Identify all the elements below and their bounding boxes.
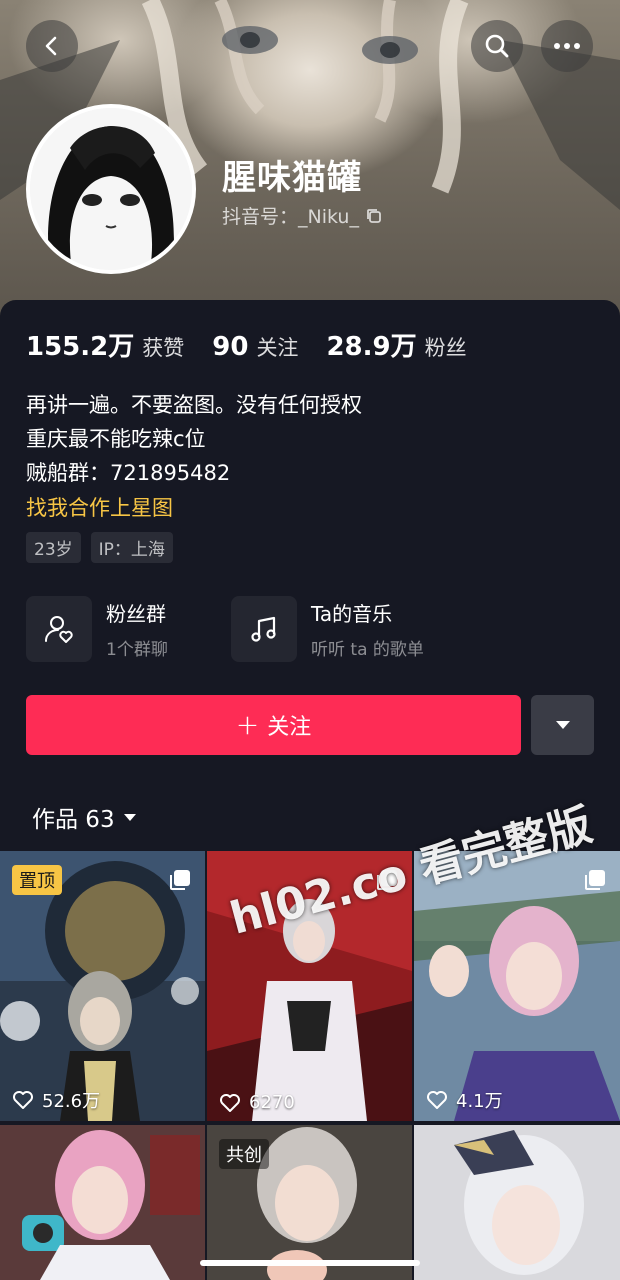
age-tag: 23岁: [26, 532, 81, 563]
like-count: 4.1万: [426, 1087, 503, 1113]
stat-label: 关注: [256, 336, 299, 360]
stat-label: 获赞: [142, 336, 185, 360]
profile-tags: 23岁 IP：上海: [26, 532, 173, 563]
like-count-text: 52.6万: [42, 1091, 101, 1112]
bio-line: 重庆最不能吃辣c位: [26, 427, 206, 451]
douyin-id-text: 抖音号：_Niku_: [222, 206, 359, 228]
music-title: Ta的音乐: [311, 602, 393, 626]
collab-badge: 共创: [219, 1139, 269, 1169]
bio-line: 贼船群：721895482: [26, 461, 231, 485]
like-count: 52.6万: [12, 1087, 100, 1113]
caret-down-icon: [123, 813, 136, 821]
ip-tag: IP：上海: [90, 532, 173, 563]
fans-group-icon-box: [26, 596, 92, 662]
tab-works[interactable]: 作品 63: [32, 800, 137, 834]
star-map-link[interactable]: 找我合作上星图: [26, 492, 173, 522]
stats-row: 155.2万 获赞 90 关注 28.9万 粉丝: [26, 326, 495, 363]
fans-group-icon: [45, 616, 73, 643]
douyin-id: 抖音号：_Niku_: [222, 202, 383, 229]
search-button[interactable]: [471, 20, 523, 72]
stat-value: 28.9万: [326, 332, 417, 362]
back-button[interactable]: [26, 20, 78, 72]
avatar-image: [30, 108, 192, 270]
fans-group-entry[interactable]: 粉丝群 1个群聊: [26, 596, 168, 662]
search-icon: [485, 34, 509, 58]
video-thumbnail[interactable]: [414, 1125, 620, 1280]
more-icon: [554, 43, 580, 49]
more-button[interactable]: [541, 20, 593, 72]
video-thumbnail[interactable]: [0, 1125, 205, 1280]
pinned-badge: 置顶: [12, 865, 62, 895]
bio: 再讲一遍。不要盗图。没有任何授权 重庆最不能吃辣c位 贼船群：721895482: [26, 388, 362, 490]
music-note-icon: [251, 616, 276, 642]
follow-button[interactable]: + 关注: [26, 695, 521, 755]
music-entry[interactable]: Ta的音乐 听听 ta 的歌单: [231, 596, 424, 662]
like-count-text: 4.1万: [456, 1091, 503, 1112]
music-icon-box: [231, 596, 297, 662]
copy-icon[interactable]: [365, 207, 383, 225]
thumbnail-image: [0, 1125, 205, 1280]
avatar[interactable]: [26, 104, 196, 274]
fans-group-subtitle: 1个群聊: [106, 640, 168, 660]
heart-icon: [13, 1091, 33, 1109]
music-subtitle: 听听 ta 的歌单: [311, 640, 424, 660]
video-thumbnail[interactable]: 共创: [207, 1125, 412, 1280]
heart-icon: [427, 1091, 447, 1109]
home-indicator[interactable]: [200, 1260, 420, 1266]
stat-value: 155.2万: [26, 332, 135, 362]
stat-likes[interactable]: 155.2万 获赞: [26, 326, 184, 363]
follow-label: 关注: [267, 715, 312, 740]
like-count-text: 6270: [249, 1092, 295, 1113]
multi-image-icon: [170, 870, 190, 890]
caret-down-icon: [555, 721, 570, 729]
stat-followers[interactable]: 28.9万 粉丝: [326, 326, 466, 363]
heart-icon: [220, 1093, 240, 1112]
works-tab-label: 作品 63: [32, 807, 115, 833]
profile-banner: 腥味猫罐 抖音号：_Niku_: [0, 0, 620, 330]
profile-card: 155.2万 获赞 90 关注 28.9万 粉丝 再讲一遍。不要盗图。没有任何授…: [0, 300, 620, 860]
stat-following[interactable]: 90 关注: [212, 332, 298, 362]
nickname: 腥味猫罐: [222, 158, 362, 198]
recommend-dropdown-button[interactable]: [531, 695, 594, 755]
stat-label: 粉丝: [424, 336, 467, 360]
fans-group-title: 粉丝群: [106, 602, 166, 626]
video-thumbnail[interactable]: 置顶 52.6万: [0, 851, 205, 1121]
multi-image-icon: [585, 870, 605, 890]
stat-value: 90: [212, 332, 249, 362]
thumbnail-image: [414, 1125, 620, 1280]
back-arrow-icon: [45, 36, 57, 56]
bio-line: 再讲一遍。不要盗图。没有任何授权: [26, 393, 362, 417]
like-count: 6270: [219, 1092, 295, 1113]
plus-icon: +: [235, 708, 260, 741]
